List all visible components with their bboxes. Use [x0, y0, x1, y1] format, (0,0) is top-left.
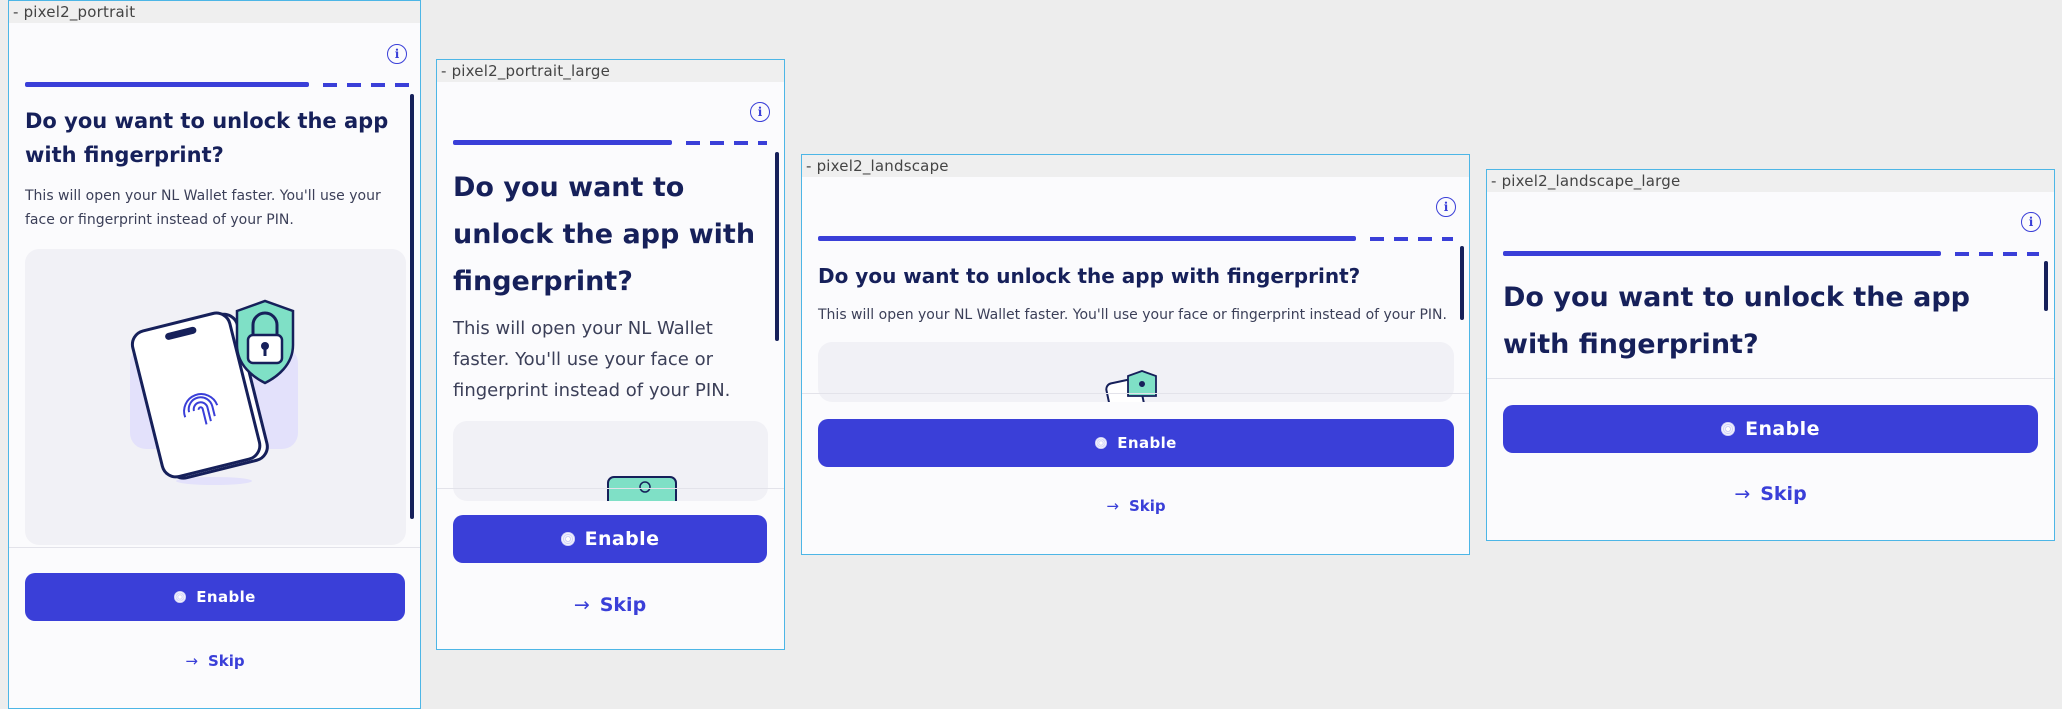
progress-bar	[453, 140, 767, 145]
footer-divider	[9, 547, 420, 548]
page-title: Do you want to unlock the app with finge…	[818, 264, 1361, 288]
enable-button[interactable]: Enable	[818, 419, 1454, 467]
enable-button-label: Enable	[196, 588, 256, 606]
device-frame-portrait-large: - pixel2_portrait_large i Do you want to…	[436, 59, 785, 650]
device-label: - pixel2_landscape_large	[1487, 170, 2054, 192]
skip-button-label: Skip	[207, 652, 245, 670]
footer-divider	[802, 393, 1469, 394]
page-description: This will open your NL Wallet faster. Yo…	[818, 307, 1447, 323]
device-frame-landscape: - pixel2_landscape i Do you want to unlo…	[801, 154, 1470, 555]
enable-button-label: Enable	[1117, 434, 1177, 452]
footer-divider	[1487, 378, 2054, 379]
skip-button[interactable]: → Skip	[453, 590, 767, 620]
device-frame-portrait: - pixel2_portrait i Do you want to unloc…	[8, 0, 421, 709]
progress-bar-remaining	[1955, 251, 2039, 256]
skip-button[interactable]: → Skip	[1503, 479, 2038, 509]
biometrics-illustration	[130, 299, 298, 485]
device-label: - pixel2_portrait_large	[437, 60, 784, 82]
device-label: - pixel2_landscape	[802, 155, 1469, 177]
page-title: Do you want to unlock the app with finge…	[453, 172, 756, 297]
progress-bar	[25, 82, 410, 87]
enable-button-label: Enable	[1745, 418, 1820, 440]
enable-button[interactable]: Enable	[1503, 405, 2038, 453]
device-frame-landscape-large: - pixel2_landscape_large i Do you want t…	[1486, 169, 2055, 541]
skip-button[interactable]: → Skip	[818, 494, 1454, 518]
scrollbar[interactable]	[410, 94, 414, 519]
info-icon[interactable]: i	[2021, 212, 2041, 232]
page-description: This will open your NL Wallet faster. Yo…	[25, 188, 381, 228]
biometrics-illustration	[607, 476, 677, 501]
info-icon[interactable]: i	[387, 44, 407, 64]
enable-button-label: Enable	[584, 528, 660, 550]
info-icon[interactable]: i	[750, 102, 770, 122]
fingerprint-icon	[1721, 422, 1736, 436]
progress-bar-remaining	[323, 82, 410, 87]
progress-bar	[818, 236, 1453, 241]
skip-button[interactable]: → Skip	[25, 649, 405, 673]
fingerprint-icon	[174, 591, 187, 603]
page-title: Do you want to unlock the app with finge…	[25, 109, 389, 167]
arrow-right-icon: →	[185, 652, 198, 670]
fingerprint-icon	[1095, 437, 1108, 449]
progress-bar-filled	[453, 140, 672, 145]
illustration-card	[25, 249, 406, 545]
scrollbar[interactable]	[775, 152, 779, 341]
skip-button-label: Skip	[1760, 483, 1807, 505]
device-label: - pixel2_portrait	[9, 1, 420, 23]
arrow-right-icon: →	[1106, 497, 1119, 515]
progress-bar-filled	[818, 236, 1356, 241]
progress-bar	[1503, 251, 2039, 256]
page-description: This will open your NL Wallet faster. Yo…	[453, 318, 731, 401]
progress-bar-remaining	[1370, 236, 1453, 241]
scrollbar[interactable]	[2044, 261, 2048, 311]
footer-divider	[437, 488, 784, 489]
arrow-right-icon: →	[573, 594, 590, 616]
fingerprint-icon	[560, 532, 575, 546]
page-title: Do you want to unlock the app with finge…	[1503, 282, 1971, 360]
enable-button[interactable]: Enable	[25, 573, 405, 621]
progress-bar-filled	[1503, 251, 1941, 256]
skip-button-label: Skip	[1128, 497, 1166, 515]
skip-button-label: Skip	[599, 594, 647, 616]
progress-bar-filled	[25, 82, 309, 87]
info-icon[interactable]: i	[1436, 197, 1456, 217]
illustration-card	[453, 421, 768, 501]
arrow-right-icon: →	[1734, 483, 1751, 505]
progress-bar-remaining	[686, 140, 767, 145]
enable-button[interactable]: Enable	[453, 515, 767, 563]
scrollbar[interactable]	[1460, 246, 1464, 320]
